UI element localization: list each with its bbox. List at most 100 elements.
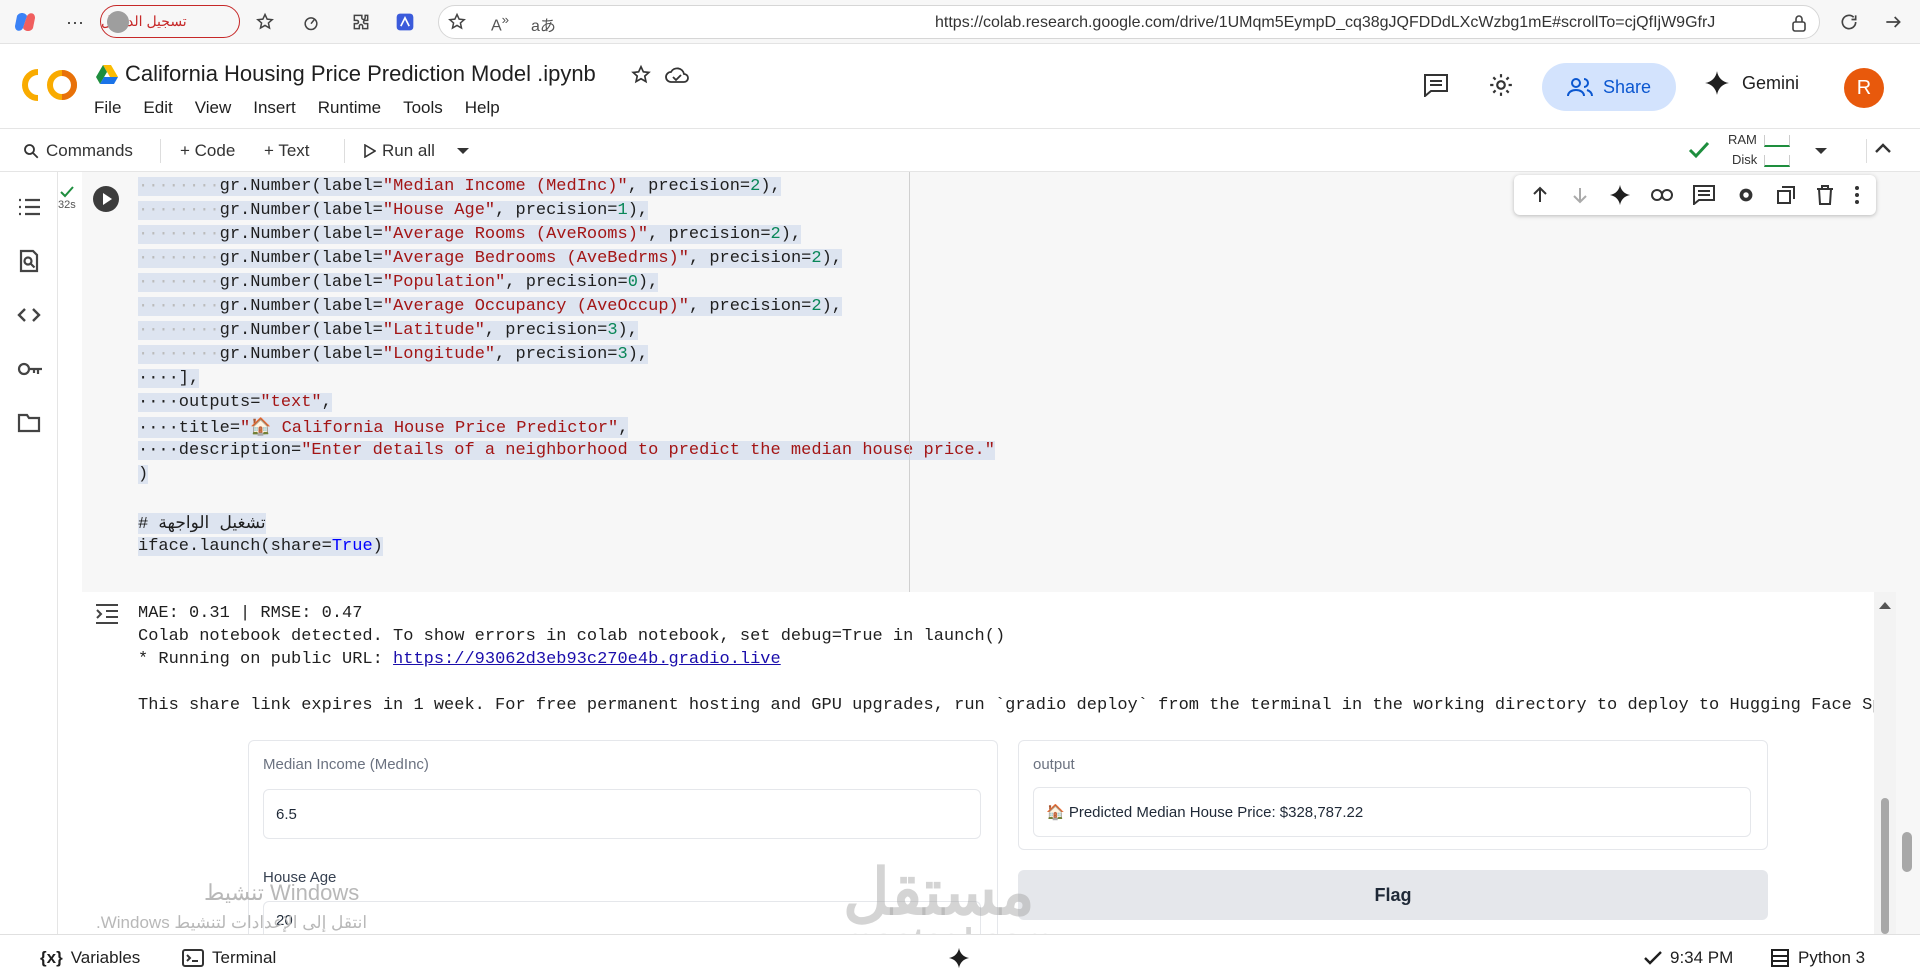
server-icon — [1771, 949, 1789, 967]
add-text-button[interactable]: + Text — [264, 141, 310, 161]
performance-icon[interactable] — [298, 9, 324, 35]
copilot-icon[interactable] — [12, 9, 38, 35]
page-scrollbar[interactable] — [1896, 172, 1920, 934]
disk-label: Disk — [1732, 152, 1758, 167]
menu-tools[interactable]: Tools — [403, 98, 443, 118]
output-label: output — [1033, 756, 1075, 773]
executed-check-icon — [60, 186, 74, 198]
move-up-icon[interactable] — [1530, 185, 1550, 205]
variables-button[interactable]: {x} Variables — [40, 948, 140, 968]
gemini-sparkle-icon[interactable] — [1609, 184, 1631, 206]
run-all-dropdown-icon[interactable] — [456, 147, 470, 155]
settings-icon[interactable] — [1488, 72, 1514, 98]
output-line: * Running on public URL: https://93062d3… — [138, 650, 781, 669]
page-scrollbar-thumb[interactable] — [1902, 832, 1912, 872]
find-icon[interactable] — [16, 248, 42, 274]
star-icon[interactable] — [630, 64, 652, 86]
more-vert-icon[interactable] — [1854, 185, 1860, 205]
code-line: ········gr.Number(label="House Age", pre… — [138, 201, 649, 220]
code-line: ····title="🏠 California House Price Pred… — [138, 417, 629, 438]
code-line: ········gr.Number(label="Median Income (… — [138, 177, 781, 196]
add-code-button[interactable]: + Code — [180, 141, 235, 161]
refresh-icon[interactable] — [1836, 9, 1862, 35]
medinc-label: Median Income (MedInc) — [263, 756, 429, 773]
play-icon — [364, 144, 376, 158]
terminal-button[interactable]: Terminal — [182, 948, 276, 968]
gemini-sparkle-icon — [1705, 71, 1729, 95]
code-line: # تشغيل الواجهة — [138, 513, 266, 534]
url-text[interactable]: https://colab.research.google.com/drive/… — [935, 14, 1715, 32]
notebook-title[interactable]: California Housing Price Prediction Mode… — [125, 61, 596, 87]
user-avatar[interactable]: R — [1844, 68, 1884, 108]
favorite-star-icon[interactable] — [447, 12, 467, 32]
move-down-icon[interactable] — [1570, 185, 1590, 205]
more-icon[interactable]: ··· — [62, 9, 88, 35]
menu-view[interactable]: View — [195, 98, 232, 118]
code-line: ····outputs="text", — [138, 393, 332, 412]
code-line: ········gr.Number(label="Longitude", pre… — [138, 345, 649, 364]
public-url-link[interactable]: https://93062d3eb93c270e4b.gradio.live — [393, 650, 781, 669]
secrets-key-icon[interactable] — [16, 356, 42, 382]
colab-logo[interactable] — [22, 68, 78, 102]
status-bar: {x} Variables Terminal 9:34 PM Python 3 — [0, 934, 1920, 979]
comments-icon[interactable] — [1423, 73, 1449, 97]
windows-activation-subtitle: انتقل إلى الإعدادات لتنشيط Windows. — [96, 913, 368, 932]
run-cell-button[interactable] — [93, 186, 119, 212]
mirror-cell-icon[interactable] — [1776, 185, 1796, 205]
profile-icon — [107, 11, 129, 33]
extension-blue-icon[interactable] — [392, 9, 418, 35]
share-button[interactable]: Share — [1542, 63, 1676, 111]
table-of-contents-icon[interactable] — [16, 194, 42, 220]
lock-icon[interactable] — [1791, 14, 1807, 32]
cloud-saved-icon[interactable] — [664, 64, 690, 86]
run-all-button[interactable]: Run all — [364, 141, 435, 161]
favorites-icon[interactable] — [252, 9, 278, 35]
resources-dropdown-icon[interactable] — [1814, 147, 1828, 155]
menu-insert[interactable]: Insert — [253, 98, 296, 118]
address-bar[interactable]: A» aあ https://colab.research.google.com/… — [438, 5, 1820, 39]
menu-file[interactable]: File — [94, 98, 121, 118]
toolbar-divider — [1866, 139, 1867, 163]
flag-button[interactable]: Flag — [1018, 870, 1768, 920]
output-scrollbar-thumb[interactable] — [1881, 798, 1889, 934]
output-actions-icon[interactable] — [94, 602, 120, 626]
runtime-type[interactable]: Python 3 — [1770, 948, 1865, 968]
code-line: ········gr.Number(label="Average Rooms (… — [138, 225, 802, 244]
link-icon[interactable] — [1651, 188, 1674, 202]
connected-check-icon[interactable] — [1688, 141, 1710, 159]
forward-icon[interactable] — [1880, 9, 1906, 35]
code-line: ) — [138, 465, 149, 484]
gemini-sparkle-icon[interactable] — [948, 947, 970, 969]
notebook-toolbar: Commands + Code + Text Run all RAM Disk — [0, 128, 1920, 172]
code-snippets-icon[interactable] — [16, 302, 42, 328]
gradio-output-panel: output 🏠 Predicted Median House Price: $… — [1018, 740, 1768, 850]
output-line: Colab notebook detected. To show errors … — [138, 627, 1006, 646]
windows-activation-title: تنشيط Windows — [204, 880, 360, 905]
output-scroll-up-icon[interactable] — [1878, 600, 1892, 610]
drive-icon[interactable] — [96, 64, 118, 84]
menu-runtime[interactable]: Runtime — [318, 98, 381, 118]
menu-help[interactable]: Help — [465, 98, 500, 118]
signin-button[interactable]: تسجيل الدخول — [100, 5, 240, 38]
code-cell-editor[interactable]: ········gr.Number(label="Median Income (… — [82, 172, 1896, 592]
medinc-input[interactable]: 6.5 — [263, 789, 981, 839]
comment-icon[interactable] — [1692, 185, 1715, 205]
ram-label: RAM — [1728, 132, 1757, 147]
collapse-header-icon[interactable] — [1874, 142, 1892, 154]
code-line: ····description="Enter details of a neig… — [138, 441, 995, 460]
execution-status[interactable]: 9:34 PM — [1644, 948, 1733, 968]
commands-button[interactable]: Commands — [22, 141, 133, 161]
code-line: ········gr.Number(label="Average Occupan… — [138, 297, 842, 316]
delete-icon[interactable] — [1816, 185, 1834, 205]
mostaql-watermark-arabic: مستقل — [843, 856, 1035, 928]
gemini-button[interactable]: Gemini — [1704, 70, 1799, 96]
search-icon — [24, 144, 39, 159]
menu-edit[interactable]: Edit — [143, 98, 172, 118]
extensions-icon[interactable] — [348, 9, 374, 35]
cell-toolbar — [1514, 175, 1876, 215]
translate-icon[interactable]: aあ — [531, 12, 556, 36]
check-icon — [1644, 951, 1662, 965]
cell-settings-icon[interactable] — [1735, 184, 1757, 206]
files-folder-icon[interactable] — [16, 410, 42, 436]
read-aloud-icon[interactable]: A» — [491, 12, 509, 35]
